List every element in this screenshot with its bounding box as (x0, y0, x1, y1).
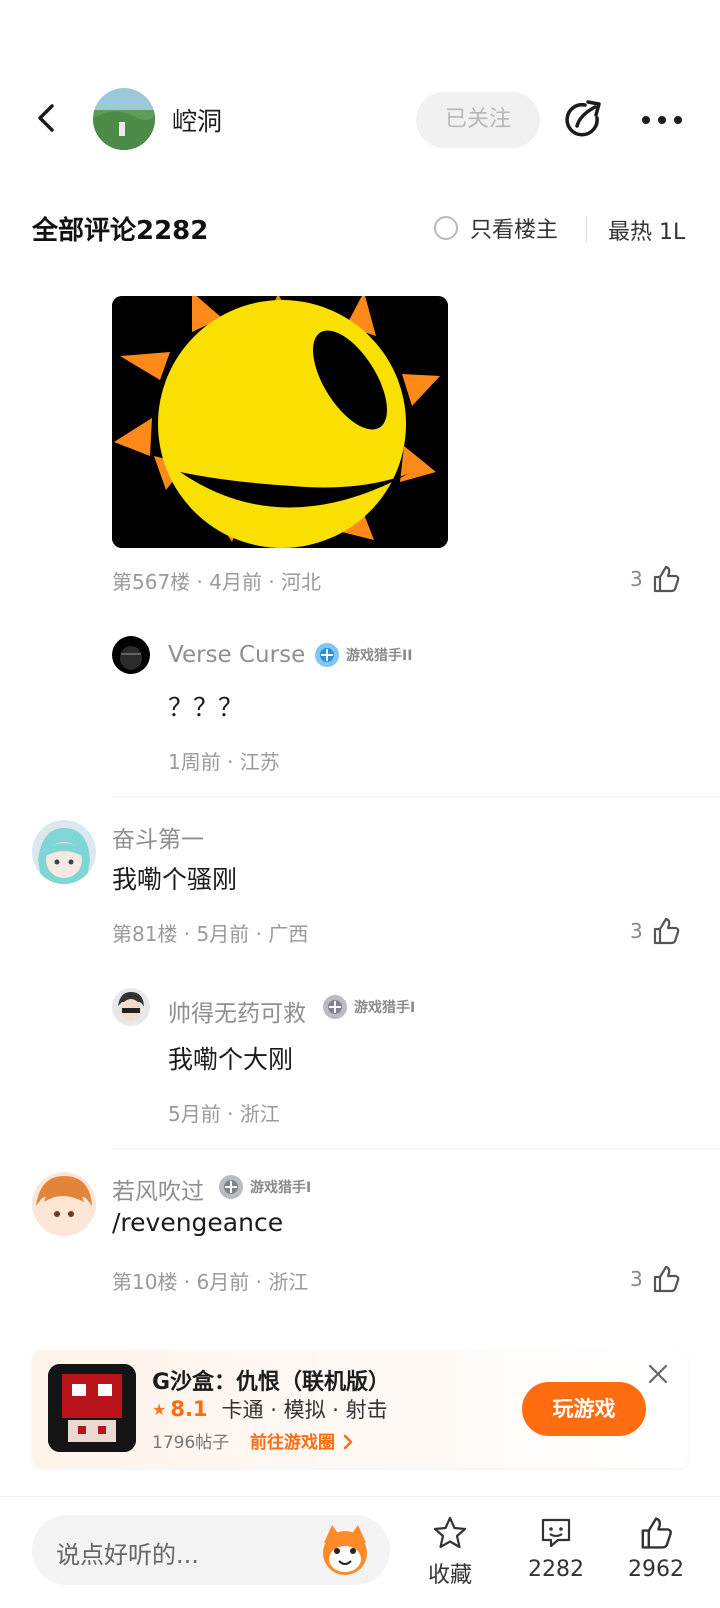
more-button[interactable] (640, 100, 686, 140)
close-icon (648, 1364, 668, 1384)
reply-avatar[interactable] (112, 988, 150, 1026)
game-title: G沙盒：仇恨（联机版） (152, 1370, 391, 1395)
radio-icon (434, 216, 458, 240)
comment-meta: 第81楼 · 5月前 · 广西 (112, 922, 309, 946)
back-button[interactable] (28, 100, 64, 136)
comments-title: 全部评论2282 (32, 216, 209, 246)
comments-header: 全部评论2282 只看楼主 最热 1L (0, 204, 720, 254)
reply-text: ？？？ (168, 693, 244, 722)
comment-meta: 第10楼 · 6月前 · 浙江 (112, 1270, 309, 1294)
divider (112, 1148, 720, 1149)
comment-image[interactable] (112, 296, 448, 548)
comment-count: 2282 (528, 1557, 584, 1582)
chevron-right-icon (343, 1434, 353, 1450)
share-icon (565, 100, 601, 137)
hunter-badge-icon (315, 643, 339, 667)
comment-bubble-icon (541, 1518, 571, 1548)
like-count: 3 (630, 919, 643, 943)
like-button[interactable]: 3 (630, 564, 681, 594)
chevron-left-icon (38, 104, 54, 132)
favorite-label: 收藏 (427, 1563, 472, 1588)
bottom-bar: 说点好听的... 收藏 2282 2962 (0, 1496, 720, 1608)
mascot-emoji-icon[interactable] (316, 1521, 374, 1579)
star-icon: ★ (152, 1399, 167, 1419)
follow-button[interactable]: 已关注 (416, 92, 540, 148)
reply-username[interactable]: Verse Curse (168, 642, 305, 668)
reply-text: 我嘞个大刚 (168, 1045, 294, 1074)
comment-text: 我嘞个骚刚 (112, 865, 238, 894)
game-promo-card[interactable]: G沙盒：仇恨（联机版） ★ 8.1 卡通 · 模拟 · 射击 1796帖子 前往… (32, 1350, 688, 1468)
commenter-username[interactable]: 若风吹过 (112, 1172, 204, 1206)
thumbs-up-icon (641, 1517, 672, 1549)
reply-meta: 5月前 · 浙江 (168, 1102, 280, 1126)
like-button[interactable]: 3 (630, 1264, 681, 1294)
comment-input-placeholder: 说点好听的... (56, 1541, 199, 1569)
comments-button[interactable]: 2282 (516, 1515, 596, 1582)
like-count: 3 (630, 567, 643, 591)
sort-toggle[interactable]: 最热 1L (608, 214, 685, 246)
divider (586, 216, 587, 242)
author-avatar[interactable] (93, 88, 155, 150)
comment-input[interactable]: 说点好听的... (32, 1515, 390, 1585)
hunter-badge-icon (323, 995, 347, 1019)
like-post-button[interactable]: 2962 (616, 1515, 696, 1582)
thumbs-up-icon (653, 565, 680, 593)
like-count: 3 (630, 1267, 643, 1291)
reply-meta: 1周前 · 江苏 (168, 750, 280, 774)
star-outline-icon (433, 1516, 467, 1549)
like-count: 2962 (628, 1557, 684, 1582)
game-score: 8.1 (170, 1397, 208, 1421)
reply-username[interactable]: 帅得无药可救 (168, 994, 306, 1028)
commenter-username[interactable]: 奋斗第一 (112, 820, 204, 854)
divider (112, 796, 720, 797)
game-icon (48, 1364, 136, 1452)
favorite-button[interactable]: 收藏 (410, 1515, 490, 1589)
reply-avatar[interactable] (112, 636, 150, 674)
share-button[interactable] (561, 98, 605, 142)
user-badge: 游戏猎手I (322, 994, 415, 1020)
comment-text: /revengeance (112, 1208, 284, 1237)
only-op-toggle[interactable]: 只看楼主 (434, 210, 558, 246)
user-badge: 游戏猎手II (314, 642, 412, 668)
only-op-label: 只看楼主 (470, 218, 559, 243)
like-button[interactable]: 3 (630, 916, 681, 946)
game-post-count: 1796帖子 (152, 1433, 230, 1453)
comment-meta: 第567楼 · 4月前 · 河北 (112, 570, 322, 594)
hunter-badge-icon (219, 1175, 243, 1199)
close-card-button[interactable] (646, 1362, 670, 1386)
user-badge: 游戏猎手I (218, 1174, 311, 1200)
play-game-button[interactable]: 玩游戏 (522, 1382, 646, 1436)
commenter-avatar[interactable] (32, 1172, 96, 1236)
game-rating: ★ 8.1 卡通 · 模拟 · 射击 (152, 1394, 388, 1424)
thumbs-up-icon (653, 917, 680, 945)
game-tags: 卡通 · 模拟 · 射击 (221, 1398, 388, 1422)
commenter-avatar[interactable] (32, 820, 96, 884)
thumbs-up-icon (653, 1265, 680, 1293)
more-dots-icon (642, 116, 682, 124)
author-name[interactable]: 崆洞 (172, 102, 222, 138)
top-bar: 崆洞 已关注 (0, 84, 720, 154)
goto-game-circle-link[interactable]: 前往游戏圈 (250, 1428, 355, 1453)
